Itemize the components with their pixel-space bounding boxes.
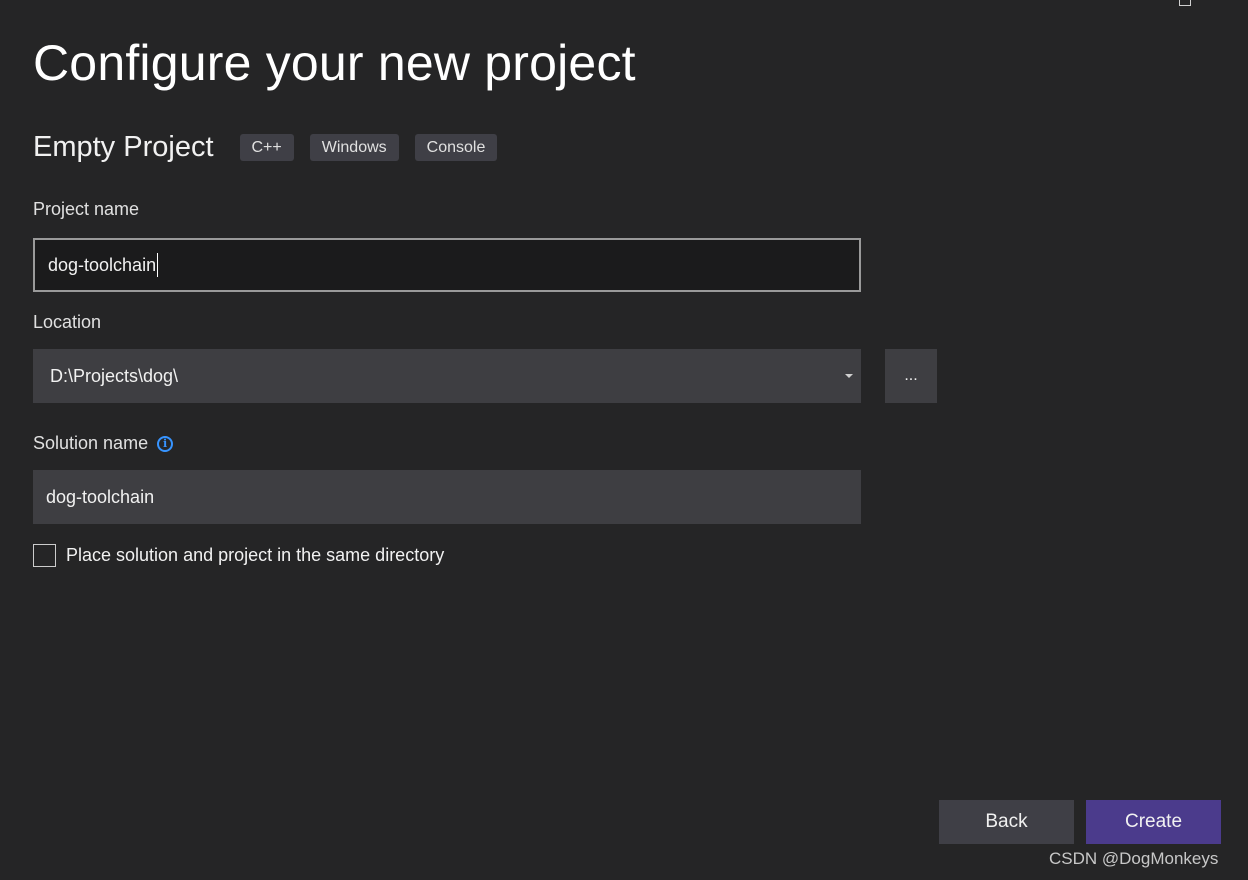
tag-project-type: Console xyxy=(414,134,498,161)
window-restore-icon[interactable] xyxy=(1179,0,1191,6)
project-name-label: Project name xyxy=(33,199,140,219)
configure-project-dialog: Configure your new project Empty Project… xyxy=(0,0,1248,880)
browse-location-button[interactable]: ... xyxy=(885,349,937,403)
template-name: Empty Project xyxy=(33,131,214,163)
tag-language: C++ xyxy=(239,134,294,161)
location-label: Location xyxy=(33,312,102,332)
same-directory-label[interactable]: Place solution and project in the same d… xyxy=(66,545,444,566)
watermark: CSDN @DogMonkeys xyxy=(1049,849,1219,868)
solution-name-value: dog-toolchain xyxy=(46,486,155,507)
same-directory-option[interactable]: Place solution and project in the same d… xyxy=(33,544,444,567)
project-name-value: dog-toolchain xyxy=(48,254,157,275)
chevron-down-icon[interactable] xyxy=(845,374,853,378)
text-caret xyxy=(157,253,159,277)
template-summary: Empty Project C++ Windows Console xyxy=(33,131,513,164)
project-name-input[interactable]: dog-toolchain xyxy=(33,238,861,292)
same-directory-checkbox[interactable] xyxy=(33,544,56,567)
tag-platform: Windows xyxy=(309,134,399,161)
info-icon[interactable]: i xyxy=(157,435,174,452)
solution-name-label: Solution name xyxy=(33,433,149,453)
solution-name-input[interactable]: dog-toolchain xyxy=(33,470,861,524)
solution-name-label-row: Solution name i xyxy=(33,433,174,454)
page-title: Configure your new project xyxy=(33,35,636,91)
create-button[interactable]: Create xyxy=(1086,800,1221,844)
location-dropdown[interactable]: D:\Projects\dog\ xyxy=(33,349,861,403)
location-value: D:\Projects\dog\ xyxy=(50,365,179,386)
back-button[interactable]: Back xyxy=(939,800,1074,844)
